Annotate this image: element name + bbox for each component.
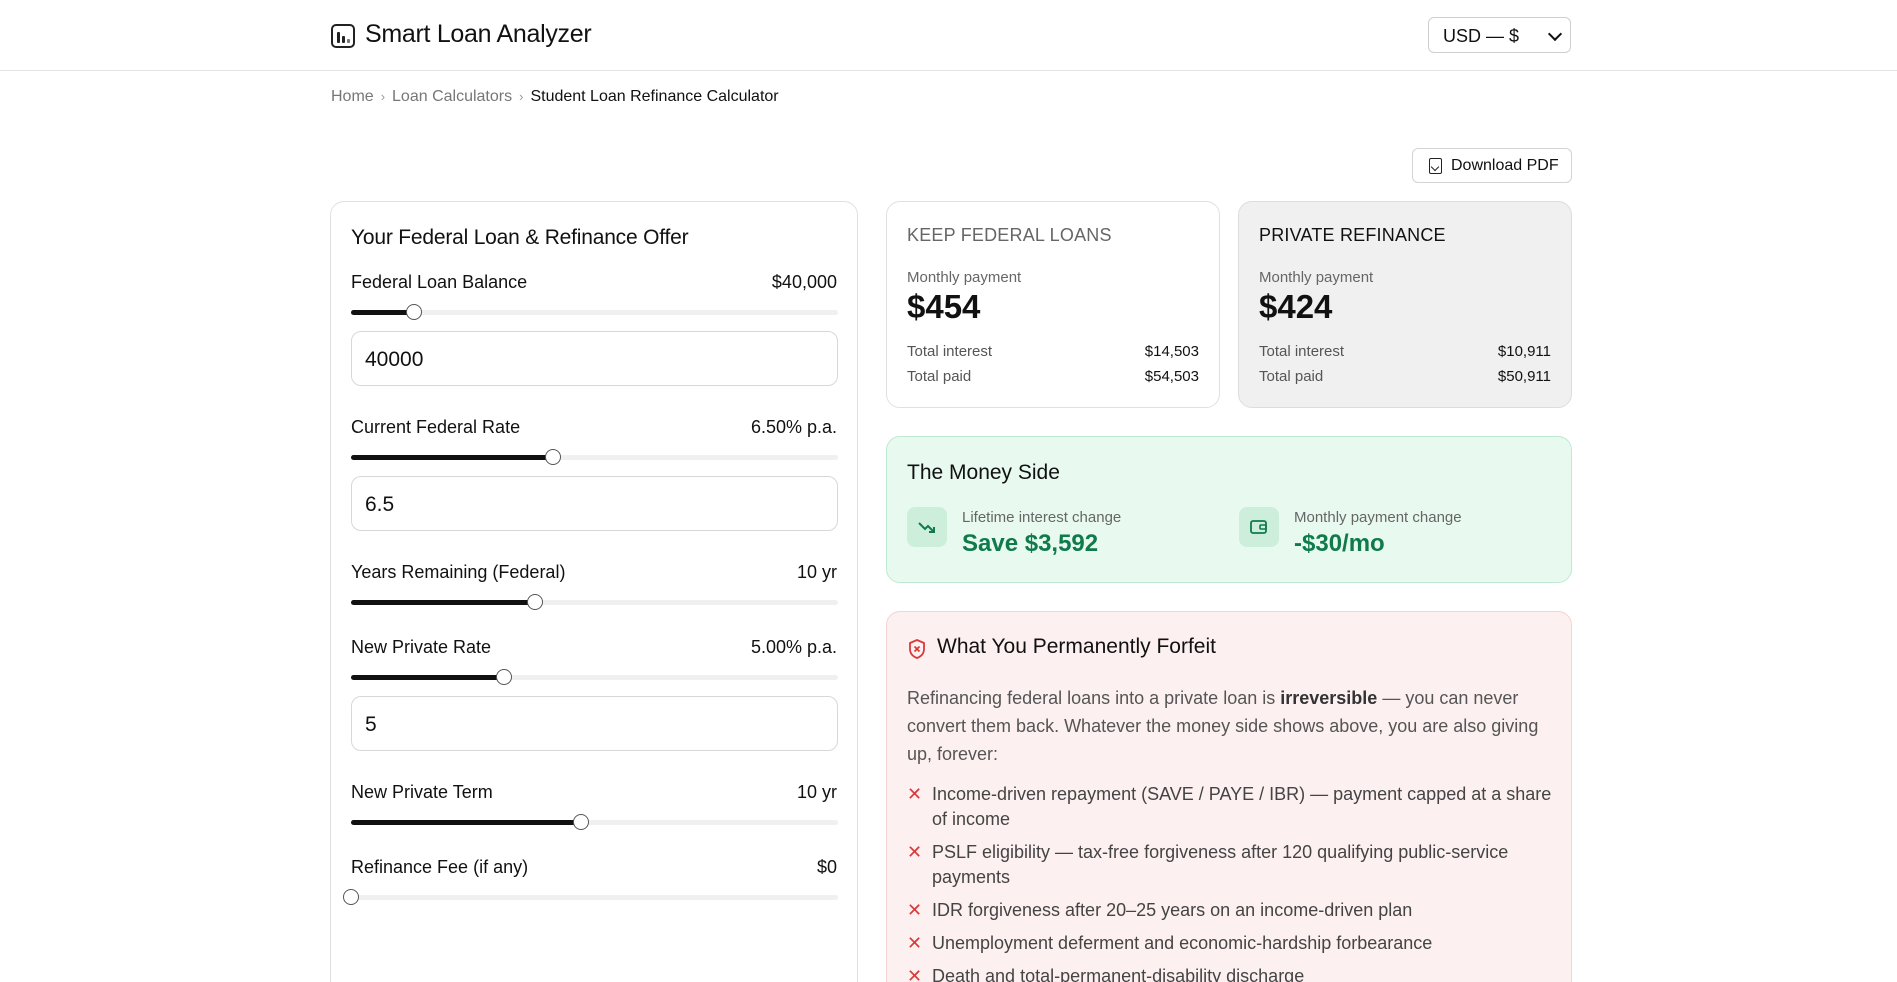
federal-rate-slider[interactable] <box>351 449 838 465</box>
bar-chart-logo-icon <box>331 24 355 48</box>
private-paid-label: Total paid <box>1259 368 1324 385</box>
private-monthly-value: $424 <box>1259 288 1333 325</box>
slider-handle[interactable] <box>343 889 359 905</box>
chevron-down-icon <box>1547 26 1563 42</box>
slider-fill <box>351 310 415 315</box>
money-side-card: The Money Side Lifetime interest change … <box>886 436 1572 583</box>
keep-interest-row: Total interest $14,503 <box>907 343 1199 360</box>
private-interest-label: Total interest <box>1259 343 1345 360</box>
currency-select[interactable]: USD — $ <box>1428 17 1571 53</box>
forfeit-item-text: IDR forgiveness after 20–25 years on an … <box>932 900 1413 920</box>
forfeit-intro-start: Refinancing federal loans into a private… <box>907 688 1281 708</box>
federal-balance-slider[interactable] <box>351 304 838 320</box>
list-item: ✕ PSLF eligibility — tax-free forgiveness… <box>907 840 1557 890</box>
federal-rate-input[interactable]: 6.5 <box>351 476 838 531</box>
years-remaining-label: Years Remaining (Federal) <box>351 562 566 582</box>
federal-rate-label: Current Federal Rate <box>351 417 521 437</box>
private-rate-slider[interactable] <box>351 669 838 685</box>
private-monthly-label: Monthly payment <box>1259 269 1374 286</box>
x-icon: ✕ <box>907 900 923 920</box>
breadcrumb-current: Student Loan Refinance Calculator <box>530 88 779 105</box>
private-rate-input[interactable]: 5 <box>351 696 838 751</box>
trending-down-icon <box>907 507 947 547</box>
keep-paid-value: $54,503 <box>1144 368 1199 385</box>
federal-rate-value: 6.50% p.a. <box>750 417 837 437</box>
private-paid-value: $50,911 <box>1497 368 1551 385</box>
download-pdf-button[interactable]: Download PDF <box>1412 148 1572 183</box>
private-interest-row: Total interest $10,911 <box>1259 343 1551 360</box>
x-icon: ✕ <box>907 966 923 982</box>
private-refinance-summary-card: PRIVATE REFINANCE Monthly payment $424 T… <box>1238 201 1572 408</box>
private-rate-value: 5.00% p.a. <box>750 637 837 657</box>
keep-interest-label: Total interest <box>907 343 993 360</box>
interest-change-label: Lifetime interest change <box>962 509 1122 526</box>
forfeit-item-text: PSLF eligibility — tax-free forgiveness … <box>932 842 1509 887</box>
x-icon: ✕ <box>907 784 923 804</box>
keep-federal-title: KEEP FEDERAL LOANS <box>907 225 1112 245</box>
federal-balance-input[interactable]: 40000 <box>351 331 838 386</box>
input-card-title: Your Federal Loan & Refinance Offer <box>351 226 689 249</box>
slider-handle[interactable] <box>573 814 590 830</box>
keep-monthly-value: $454 <box>907 288 981 325</box>
monthly-change-value: -$30/mo <box>1294 530 1385 557</box>
monthly-change-label: Monthly payment change <box>1294 509 1462 526</box>
list-item: ✕ Income-driven repayment (SAVE / PAYE / … <box>907 782 1557 832</box>
forfeit-item-text: Unemployment deferment and economic-hard… <box>932 933 1433 953</box>
private-term-label: New Private Term <box>351 782 493 802</box>
list-item: ✕ Unemployment deferment and economic-har… <box>907 931 1557 956</box>
private-term-slider[interactable] <box>351 814 838 830</box>
private-refinance-title: PRIVATE REFINANCE <box>1259 225 1446 245</box>
keep-monthly-label: Monthly payment <box>907 269 1022 286</box>
list-item: ✕ Death and total-permanent-disability di… <box>907 964 1557 982</box>
x-icon: ✕ <box>907 842 923 862</box>
slider-handle[interactable] <box>545 449 562 465</box>
federal-balance-value: $40,000 <box>771 272 837 292</box>
keep-paid-row: Total paid $54,503 <box>907 368 1199 385</box>
forfeit-title: What You Permanently Forfeit <box>937 635 1216 658</box>
top-bar: Smart Loan Analyzer USD — $ <box>0 0 1897 71</box>
keep-federal-summary-card: KEEP FEDERAL LOANS Monthly payment $454 … <box>886 201 1220 408</box>
refinance-fee-label: Refinance Fee (if any) <box>351 857 529 877</box>
private-rate-label: New Private Rate <box>351 637 492 657</box>
forfeit-item-text: Death and total-permanent-disability dis… <box>932 966 1305 982</box>
breadcrumb-home[interactable]: Home <box>331 88 374 106</box>
forfeit-intro-bold: irreversible <box>1280 688 1378 708</box>
slider-fill <box>351 455 554 460</box>
forfeit-card: What You Permanently Forfeit Refinancing… <box>886 611 1572 982</box>
slider-fill <box>351 820 582 825</box>
years-remaining-value: 10 yr <box>796 562 837 582</box>
slider-handle[interactable] <box>406 304 423 320</box>
list-item: ✕ IDR forgiveness after 20–25 years on an… <box>907 898 1557 923</box>
private-paid-row: Total paid $50,911 <box>1259 368 1551 385</box>
keep-interest-value: $14,503 <box>1144 343 1199 360</box>
shield-x-icon <box>908 639 926 664</box>
download-pdf-label: Download PDF <box>1451 157 1559 174</box>
refinance-fee-slider[interactable] <box>343 889 838 905</box>
slider-handle[interactable] <box>496 669 513 685</box>
federal-balance-label: Federal Loan Balance <box>351 272 528 292</box>
slider-fill <box>351 675 505 680</box>
forfeit-item-text: Income-driven repayment (SAVE / PAYE / I… <box>932 784 1552 829</box>
wallet-icon <box>1239 507 1279 547</box>
loan-input-card: Your Federal Loan & Refinance Offer Fede… <box>330 201 858 982</box>
chevron-right-icon: › <box>380 89 386 104</box>
forfeit-list: ✕ Income-driven repayment (SAVE / PAYE / … <box>907 782 1557 982</box>
slider-fill <box>351 600 536 605</box>
interest-change-value: Save $3,592 <box>962 530 1099 557</box>
x-icon: ✕ <box>907 933 923 953</box>
private-interest-value: $10,911 <box>1497 343 1551 360</box>
currency-select-value: USD — $ <box>1443 26 1520 46</box>
slider-handle[interactable] <box>527 594 544 610</box>
private-term-value: 10 yr <box>796 782 837 802</box>
years-remaining-slider[interactable] <box>351 594 838 610</box>
forfeit-intro: Refinancing federal loans into a private… <box>907 684 1557 768</box>
refinance-fee-value: $0 <box>816 857 837 877</box>
breadcrumb-loan-calculators[interactable]: Loan Calculators <box>392 88 512 106</box>
money-side-title: The Money Side <box>907 461 1060 484</box>
chevron-right-icon: › <box>519 89 524 104</box>
breadcrumb: Home › Loan Calculators › Student Loan Refin… <box>331 88 779 106</box>
file-download-icon <box>1429 158 1442 174</box>
brand-name[interactable]: Smart Loan Analyzer <box>365 20 592 49</box>
keep-paid-label: Total paid <box>907 368 972 385</box>
